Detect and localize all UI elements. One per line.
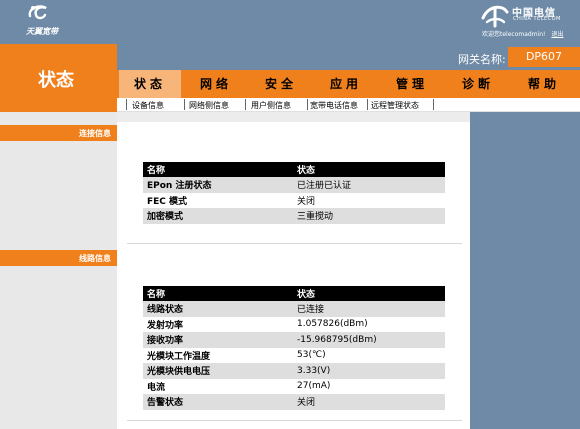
row-name: 光模块供电电压	[143, 363, 293, 379]
row-name: 告警状态	[143, 394, 293, 410]
table-row: FEC 模式 关闭	[143, 192, 445, 208]
right-sidebar	[470, 112, 580, 429]
table-row: 线路状态 已连接	[143, 301, 445, 317]
row-value: -15.968795(dBm)	[293, 332, 445, 348]
table-header-row: 名称 状态	[143, 286, 445, 301]
table-row: 加密模式 三重搅动	[143, 208, 445, 224]
tab-help[interactable]: 帮助	[513, 70, 575, 98]
row-name: 加密模式	[143, 208, 293, 224]
table-row: EPon 注册状态 已注册已认证	[143, 177, 445, 193]
subnav-separator	[307, 99, 308, 110]
gateway-name-value: DP607	[508, 47, 580, 67]
row-value: 1.057826(dBm)	[293, 316, 445, 332]
section-divider	[127, 243, 462, 244]
table-header-row: 名称 状态	[143, 162, 445, 177]
section-divider	[127, 420, 462, 421]
table-row: 光模块工作温度 53(℃)	[143, 347, 445, 363]
table-row: 告警状态 关闭	[143, 394, 445, 410]
row-value: 关闭	[293, 394, 445, 410]
brand-name-en: CHINA TELECOM	[513, 16, 561, 22]
page-title-block: 状态	[0, 44, 117, 112]
section-connection-title: 连接信息	[79, 129, 111, 138]
connection-table: 名称 状态 EPon 注册状态 已注册已认证 FEC 模式 关闭 加密模式 三重…	[143, 162, 445, 224]
tab-status[interactable]: 状态	[119, 70, 181, 98]
subnav-remote-mgmt[interactable]: 远程管理状态	[371, 100, 419, 111]
subnav-separator	[184, 99, 185, 110]
tianyi-logo: 天翼宽带	[22, 2, 82, 40]
row-value: 关闭	[293, 192, 445, 208]
welcome-text: 欢迎您telecomadmin!	[482, 31, 546, 38]
subnav-separator	[367, 99, 368, 110]
row-name: 线路状态	[143, 301, 293, 317]
tab-diagnostics[interactable]: 诊断	[447, 70, 509, 98]
tianyi-logo-text: 天翼宽带	[26, 27, 58, 36]
table-row: 发射功率 1.057826(dBm)	[143, 316, 445, 332]
gateway-name-label: 网关名称:	[458, 53, 506, 66]
subnav-separator	[245, 99, 246, 110]
tab-management[interactable]: 管理	[381, 70, 443, 98]
subnav-separator	[126, 99, 127, 110]
welcome-bar: 欢迎您telecomadmin! 退出	[482, 29, 563, 38]
gateway-bar: 网关名称: DP607	[117, 44, 580, 70]
tab-security[interactable]: 安全	[250, 70, 312, 98]
page-title: 状态	[38, 70, 74, 91]
line-table: 名称 状态 线路状态 已连接 发射功率 1.057826(dBm) 接收功率 -…	[143, 286, 445, 410]
tab-application[interactable]: 应用	[315, 70, 377, 98]
tab-network[interactable]: 网络	[185, 70, 247, 98]
row-value: 三重搅动	[293, 208, 445, 224]
row-value: 53(℃)	[293, 347, 445, 363]
subnav-voip-info[interactable]: 宽带电话信息	[310, 100, 358, 111]
column-header-status: 状态	[293, 162, 445, 177]
left-sidebar	[0, 112, 117, 429]
sub-nav: 设备信息 网络侧信息 用户侧信息 宽带电话信息 远程管理状态	[117, 98, 580, 112]
row-name: FEC 模式	[143, 192, 293, 208]
row-name: 电流	[143, 378, 293, 394]
china-telecom-logo: 中国电信 CHINA TELECOM	[480, 2, 576, 28]
section-line-head: 线路信息	[0, 250, 117, 266]
subnav-network-info[interactable]: 网络侧信息	[189, 100, 229, 111]
logout-link[interactable]: 退出	[551, 31, 563, 38]
china-telecom-icon	[481, 5, 509, 28]
top-header: 天翼宽带 中国电信 CHINA TELECOM 欢迎您telecomadmin!…	[0, 0, 580, 44]
content-top-strip	[117, 112, 470, 122]
row-name: 光模块工作温度	[143, 347, 293, 363]
table-row: 光模块供电电压 3.33(V)	[143, 363, 445, 379]
row-value: 27(mA)	[293, 378, 445, 394]
row-name: EPon 注册状态	[143, 177, 293, 193]
subnav-separator	[433, 99, 434, 110]
section-line-title: 线路信息	[79, 254, 111, 263]
row-value: 3.33(V)	[293, 363, 445, 379]
tianyi-swirl-icon	[28, 5, 47, 20]
table-row: 接收功率 -15.968795(dBm)	[143, 332, 445, 348]
subnav-user-info[interactable]: 用户侧信息	[251, 100, 291, 111]
subnav-device-info[interactable]: 设备信息	[132, 100, 164, 111]
column-header-status: 状态	[293, 286, 445, 301]
column-header-name: 名称	[143, 286, 293, 301]
section-connection-head: 连接信息	[0, 125, 117, 141]
row-name: 发射功率	[143, 316, 293, 332]
row-name: 接收功率	[143, 332, 293, 348]
column-header-name: 名称	[143, 162, 293, 177]
row-value: 已注册已认证	[293, 177, 445, 193]
table-row: 电流 27(mA)	[143, 378, 445, 394]
main-nav: 状态 网络 安全 应用 管理 诊断 帮助	[117, 70, 580, 98]
row-value: 已连接	[293, 301, 445, 317]
